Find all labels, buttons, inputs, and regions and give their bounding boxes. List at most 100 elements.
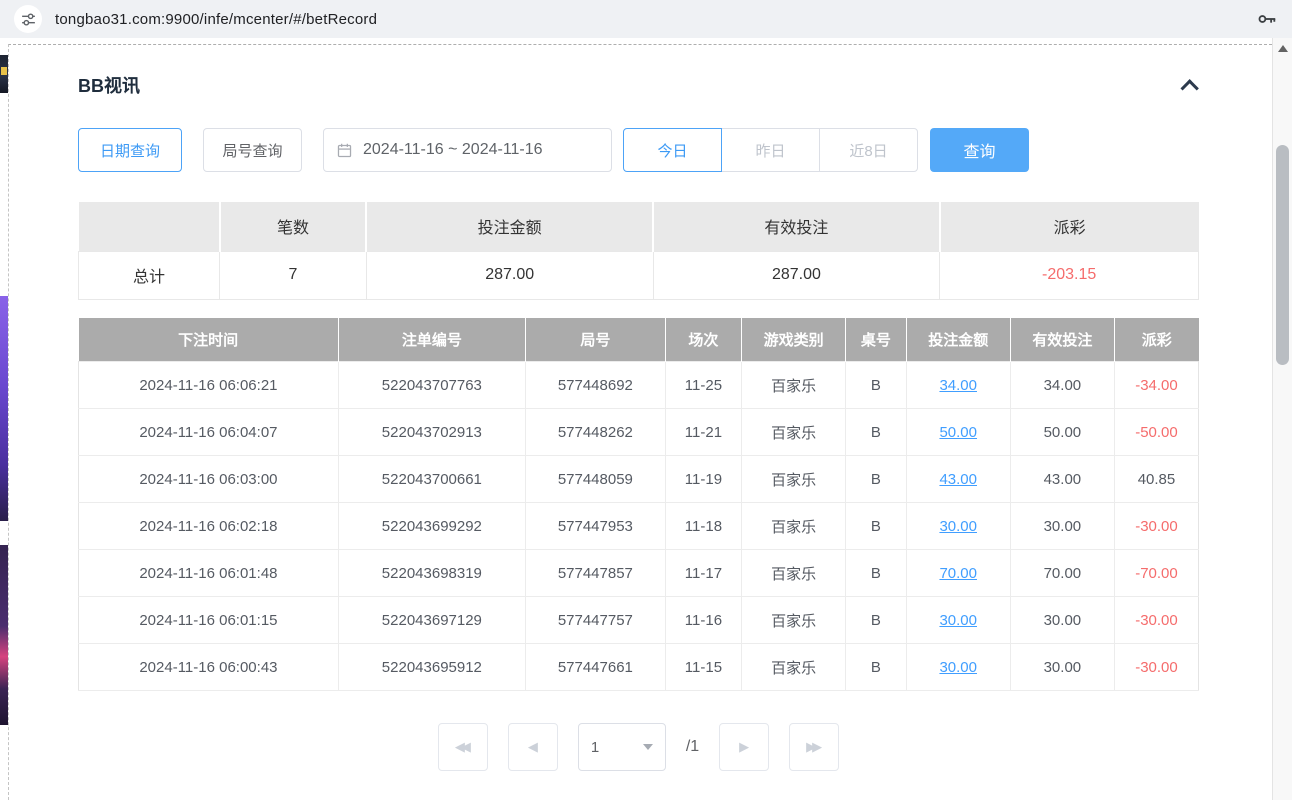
summary-header-bet-amount: 投注金额 [366, 202, 653, 251]
bet-amount-link[interactable]: 30.00 [939, 612, 977, 629]
record-row: 2024-11-16 06:06:21 522043707763 5774486… [79, 362, 1199, 409]
summary-header-payout: 派彩 [940, 202, 1199, 251]
browser-address-bar: tongbao31.com:9900/infe/mcenter/#/betRec… [0, 0, 1292, 38]
date-range-input[interactable]: 2024-11-16 ~ 2024-11-16 [323, 128, 612, 172]
first-page-button[interactable]: ◀◀ [438, 723, 488, 771]
cell-bet-time: 2024-11-16 06:04:07 [79, 409, 339, 456]
bet-amount-link[interactable]: 50.00 [939, 424, 977, 441]
summary-total-row: 总计 7 287.00 287.00 -203.15 [79, 251, 1199, 299]
cell-payout: 40.85 [1114, 456, 1198, 503]
cell-bet-time: 2024-11-16 06:00:43 [79, 644, 339, 691]
cell-round-no: 577448059 [525, 456, 665, 503]
cell-valid-bet: 30.00 [1010, 644, 1114, 691]
url-text[interactable]: tongbao31.com:9900/infe/mcenter/#/betRec… [55, 11, 1256, 28]
cell-session: 11-18 [665, 503, 741, 550]
bet-amount-link[interactable]: 34.00 [939, 377, 977, 394]
cell-order-no: 522043700661 [338, 456, 525, 503]
collapse-chevron-up-icon[interactable] [1180, 79, 1198, 97]
summary-total-count: 7 [220, 251, 367, 299]
cell-table-no: B [846, 597, 906, 644]
col-header-order-no: 注单编号 [338, 318, 525, 362]
cell-bet-time: 2024-11-16 06:01:48 [79, 550, 339, 597]
total-pages-label: /1 [686, 738, 699, 756]
cell-bet-time: 2024-11-16 06:02:18 [79, 503, 339, 550]
date-query-button[interactable]: 日期查询 [78, 128, 182, 172]
cell-bet-amount: 30.00 [906, 503, 1010, 550]
summary-header-count: 笔数 [220, 202, 367, 251]
summary-header-row: 笔数 投注金额 有效投注 派彩 [79, 202, 1199, 251]
round-query-button[interactable]: 局号查询 [203, 128, 302, 172]
record-row: 2024-11-16 06:00:43 522043695912 5774476… [79, 644, 1199, 691]
panel-header: BB视讯 [78, 72, 1199, 98]
today-button[interactable]: 今日 [623, 128, 722, 172]
record-row: 2024-11-16 06:01:48 522043698319 5774478… [79, 550, 1199, 597]
scroll-up-arrow-icon[interactable] [1278, 45, 1288, 52]
records-body: 2024-11-16 06:06:21 522043707763 5774486… [79, 362, 1199, 691]
col-header-bet-time: 下注时间 [79, 318, 339, 362]
bet-amount-link[interactable]: 30.00 [939, 518, 977, 535]
bet-amount-link[interactable]: 30.00 [939, 659, 977, 676]
page-title: BB视讯 [78, 72, 140, 98]
password-manager-button[interactable] [1256, 8, 1278, 30]
yesterday-button[interactable]: 昨日 [721, 128, 820, 172]
records-header-row: 下注时间 注单编号 局号 场次 游戏类别 桌号 投注金额 有效投注 派彩 [79, 318, 1199, 362]
col-header-valid-bet: 有效投注 [1010, 318, 1114, 362]
summary-total-bet-amount: 287.00 [366, 251, 653, 299]
bet-amount-link[interactable]: 43.00 [939, 471, 977, 488]
cell-payout: -30.00 [1114, 503, 1198, 550]
search-button[interactable]: 查询 [930, 128, 1029, 172]
col-header-game-type: 游戏类别 [742, 318, 846, 362]
cell-game-type: 百家乐 [742, 597, 846, 644]
cell-valid-bet: 43.00 [1010, 456, 1114, 503]
cell-round-no: 577447857 [525, 550, 665, 597]
cell-order-no: 522043695912 [338, 644, 525, 691]
bet-amount-link[interactable]: 70.00 [939, 565, 977, 582]
col-header-table-no: 桌号 [846, 318, 906, 362]
next-page-button[interactable]: ▶ [719, 723, 769, 771]
cell-session: 11-21 [665, 409, 741, 456]
cell-payout: -34.00 [1114, 362, 1198, 409]
last-page-button[interactable]: ▶▶ [789, 723, 839, 771]
col-header-session: 场次 [665, 318, 741, 362]
summary-total-valid-bet: 287.00 [653, 251, 940, 299]
pagination: ◀◀ ◀ 1 /1 ▶ ▶▶ [78, 723, 1199, 771]
cell-session: 11-25 [665, 362, 741, 409]
cell-table-no: B [846, 456, 906, 503]
scrollbar-thumb[interactable] [1276, 145, 1289, 365]
cell-game-type: 百家乐 [742, 503, 846, 550]
cell-game-type: 百家乐 [742, 409, 846, 456]
background-fragment [0, 545, 8, 725]
cell-table-no: B [846, 644, 906, 691]
calendar-icon [336, 142, 353, 159]
page-select[interactable]: 1 [578, 723, 666, 771]
cell-round-no: 577448262 [525, 409, 665, 456]
record-row: 2024-11-16 06:04:07 522043702913 5774482… [79, 409, 1199, 456]
record-row: 2024-11-16 06:01:15 522043697129 5774477… [79, 597, 1199, 644]
cell-round-no: 577447661 [525, 644, 665, 691]
cell-table-no: B [846, 550, 906, 597]
cell-table-no: B [846, 503, 906, 550]
cell-table-no: B [846, 409, 906, 456]
cell-game-type: 百家乐 [742, 362, 846, 409]
cell-order-no: 522043707763 [338, 362, 525, 409]
cell-table-no: B [846, 362, 906, 409]
cell-bet-amount: 50.00 [906, 409, 1010, 456]
summary-total-payout: -203.15 [940, 251, 1199, 299]
prev-page-button[interactable]: ◀ [508, 723, 558, 771]
cell-session: 11-16 [665, 597, 741, 644]
date-range-value: 2024-11-16 ~ 2024-11-16 [363, 141, 543, 159]
cell-bet-amount: 30.00 [906, 597, 1010, 644]
chevron-right-icon: ▶ [739, 739, 749, 755]
cell-game-type: 百家乐 [742, 644, 846, 691]
col-header-payout: 派彩 [1114, 318, 1198, 362]
scrollbar[interactable] [1272, 38, 1292, 800]
cell-bet-amount: 30.00 [906, 644, 1010, 691]
last-8-days-button[interactable]: 近8日 [819, 128, 918, 172]
site-info-button[interactable] [14, 5, 42, 33]
cell-valid-bet: 30.00 [1010, 597, 1114, 644]
cell-session: 11-17 [665, 550, 741, 597]
background-fragment [0, 296, 8, 521]
cell-payout: -50.00 [1114, 409, 1198, 456]
cell-valid-bet: 50.00 [1010, 409, 1114, 456]
records-table: 下注时间 注单编号 局号 场次 游戏类别 桌号 投注金额 有效投注 派彩 202… [78, 318, 1199, 692]
